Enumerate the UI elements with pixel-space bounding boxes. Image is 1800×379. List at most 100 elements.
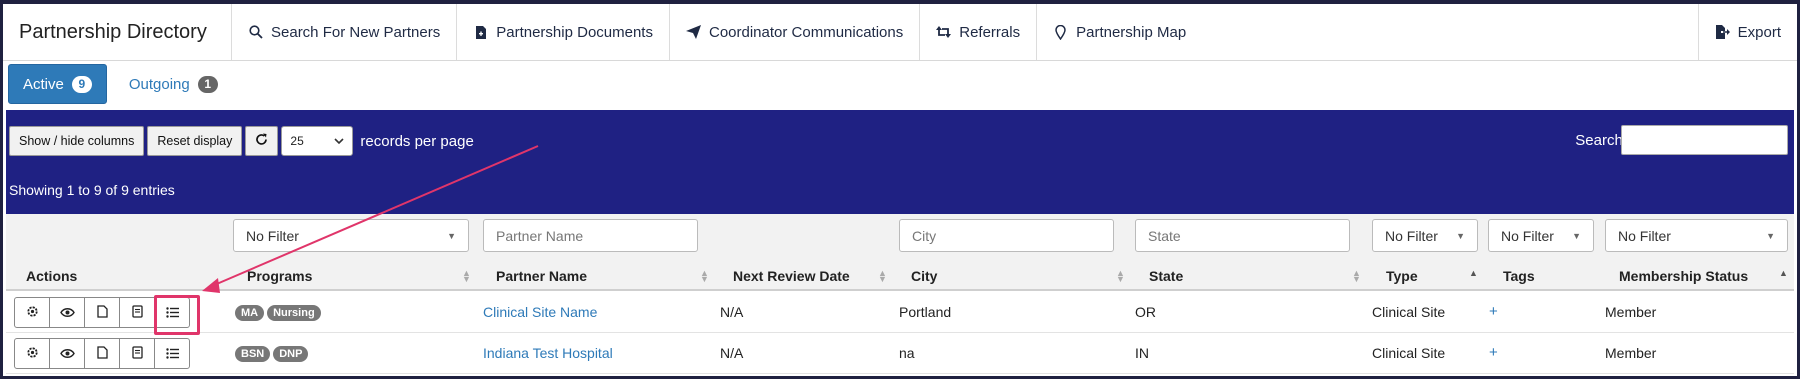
tags-filter[interactable]: No Filter ▼	[1488, 219, 1594, 252]
partners-table: No Filter ▼ Partner Name City State No Fi…	[6, 214, 1794, 376]
notes-button[interactable]	[119, 338, 155, 369]
refresh-button[interactable]	[245, 126, 279, 156]
nav-referrals[interactable]: Referrals	[919, 4, 1036, 60]
refresh-icon	[255, 133, 268, 149]
sort-asc-icon[interactable]: ▲	[1779, 269, 1788, 278]
file-icon	[96, 304, 108, 321]
eye-icon	[59, 346, 75, 362]
gear-icon	[26, 346, 39, 362]
partner-name-filter[interactable]: Partner Name	[483, 219, 698, 252]
list-button[interactable]	[154, 338, 190, 369]
reset-display-button[interactable]: Reset display	[147, 126, 243, 156]
settings-button[interactable]	[14, 338, 50, 369]
sort-icon[interactable]: ▲ ▼	[1116, 269, 1125, 284]
search-icon	[248, 25, 263, 40]
type-filter[interactable]: No Filter ▼	[1372, 219, 1478, 252]
tab-label: Active	[23, 75, 64, 93]
membership-filter[interactable]: No Filter ▼	[1605, 219, 1788, 252]
map-pin-icon	[1053, 24, 1068, 40]
caret-down-icon: ▼	[1572, 230, 1581, 241]
document-button[interactable]	[84, 338, 120, 369]
program-badge: MA	[235, 305, 265, 321]
partner-name-link[interactable]: Indiana Test Hospital	[483, 345, 613, 361]
nav-search-partners[interactable]: Search For New Partners	[231, 4, 456, 60]
eye-icon	[59, 305, 75, 321]
nav-partnership-documents[interactable]: Partnership Documents	[456, 4, 669, 60]
entries-info: Showing 1 to 9 of 9 entries	[9, 182, 175, 198]
tab-active[interactable]: Active 9	[8, 64, 107, 104]
nav-coordinator-communications[interactable]: Coordinator Communications	[668, 4, 919, 60]
row-actions	[14, 338, 190, 369]
filter-value: No Filter	[1501, 227, 1554, 244]
col-tags[interactable]: Tags	[1503, 268, 1535, 284]
nav-label: Search For New Partners	[271, 23, 441, 41]
table-controls-panel: Show / hide columns Reset display 25 rec…	[6, 110, 1794, 214]
tab-label: Outgoing	[128, 75, 190, 93]
add-tag-button[interactable]: +	[1489, 344, 1498, 361]
caret-down-icon: ▼	[447, 230, 456, 241]
sort-icon[interactable]: ▲ ▼	[1352, 269, 1361, 284]
count-badge: 1	[197, 75, 218, 93]
membership-cell: Member	[1605, 345, 1657, 361]
search-label: Search:	[1575, 132, 1627, 149]
col-state[interactable]: State	[1149, 268, 1183, 284]
document-button[interactable]	[84, 297, 120, 328]
sort-asc-icon[interactable]: ▲	[1469, 269, 1478, 278]
book-icon	[131, 304, 143, 321]
highlight-box	[154, 295, 200, 335]
program-badge: BSN	[235, 346, 271, 362]
program-badge: DNP	[273, 346, 309, 362]
col-programs[interactable]: Programs	[247, 268, 312, 284]
partner-name-link[interactable]: Clinical Site Name	[483, 304, 597, 320]
sort-icon[interactable]: ▲ ▼	[700, 269, 709, 284]
table-row: BSN DNP Indiana Test Hospital N/A na IN C…	[6, 334, 1794, 374]
show-hide-columns-button[interactable]: Show / hide columns	[9, 126, 145, 156]
program-badge: Nursing	[267, 305, 321, 321]
export-button[interactable]: Export	[1697, 4, 1797, 60]
book-icon	[131, 345, 143, 362]
brand-title: Partnership Directory	[19, 20, 207, 43]
view-button[interactable]	[49, 338, 85, 369]
gear-icon	[26, 305, 39, 321]
city-cell: na	[899, 345, 915, 361]
col-city[interactable]: City	[911, 268, 937, 284]
caret-down-icon: ▼	[1456, 230, 1465, 241]
nav-partnership-map[interactable]: Partnership Map	[1036, 4, 1202, 60]
page-size-select[interactable]: 25	[281, 126, 354, 156]
state-cell: OR	[1135, 304, 1156, 320]
add-tag-button[interactable]: +	[1489, 303, 1498, 320]
membership-cell: Member	[1605, 304, 1657, 320]
search-input[interactable]	[1621, 125, 1788, 155]
sort-icon[interactable]: ▲ ▼	[878, 269, 887, 284]
state-filter[interactable]: State	[1135, 219, 1350, 252]
top-nav: Partnership Directory Search For New Par…	[3, 4, 1797, 61]
filter-row: No Filter ▼ Partner Name City State No Fi…	[6, 214, 1794, 259]
city-filter[interactable]: City	[899, 219, 1114, 252]
notes-button[interactable]	[119, 297, 155, 328]
filter-value: No Filter	[1385, 227, 1438, 244]
col-membership-status[interactable]: Membership Status	[1619, 268, 1748, 284]
col-partner-name[interactable]: Partner Name	[496, 268, 587, 284]
status-tabs: Active 9 Outgoing 1	[8, 64, 232, 104]
sort-icon[interactable]: ▲ ▼	[462, 269, 471, 284]
city-cell: Portland	[899, 304, 952, 320]
col-actions: Actions	[26, 268, 78, 284]
nav-label: Referrals	[959, 23, 1021, 41]
tab-outgoing[interactable]: Outgoing 1	[115, 64, 232, 104]
programs-cell: BSN DNP	[235, 344, 311, 362]
col-type[interactable]: Type	[1386, 268, 1418, 284]
export-icon	[1715, 25, 1730, 40]
records-per-page-label: records per page	[360, 132, 474, 150]
col-next-review-date[interactable]: Next Review Date	[733, 268, 850, 284]
paper-plane-icon	[685, 25, 701, 40]
filter-value: No Filter	[246, 227, 299, 244]
header-row: Actions Programs ▲ ▼ Partner Name ▲ ▼ Next…	[6, 259, 1794, 291]
table-row: MA Nursing Clinical Site Name N/A Portlan…	[6, 293, 1794, 333]
settings-button[interactable]	[14, 297, 50, 328]
next-review-cell: N/A	[720, 345, 744, 361]
nav-label: Coordinator Communications	[708, 23, 904, 41]
programs-filter[interactable]: No Filter ▼	[233, 219, 469, 252]
next-review-cell: N/A	[720, 304, 744, 320]
view-button[interactable]	[49, 297, 85, 328]
type-cell: Clinical Site	[1372, 345, 1446, 361]
